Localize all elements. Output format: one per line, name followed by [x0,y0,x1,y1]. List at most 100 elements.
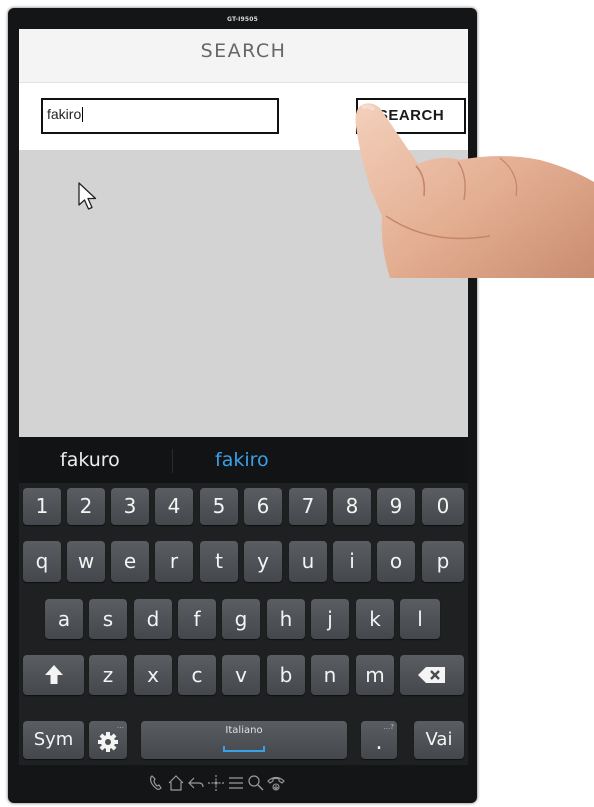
key-t[interactable]: t [200,541,238,582]
search-input[interactable]: fakiro [41,98,279,134]
menu-icon[interactable] [227,774,245,792]
key-label: x [147,663,159,687]
key-e[interactable]: e [111,541,149,582]
key-q[interactable]: q [23,541,61,582]
key-label: t [215,549,223,573]
search-input-value: fakiro [47,106,82,122]
suggestion-bar: fakuro fakiro [19,437,468,483]
key-label: j [327,607,333,631]
key-u[interactable]: u [289,541,327,582]
key-o[interactable]: o [377,541,415,582]
key-j[interactable]: j [311,599,349,639]
virtual-keyboard: fakuro fakiro 1 2 3 4 5 6 7 8 9 0 q w e [19,437,468,765]
key-label: m [365,663,385,687]
key-x[interactable]: x [134,655,172,695]
key-7[interactable]: 7 [289,488,327,525]
key-h[interactable]: h [267,599,305,639]
key-label: 2 [79,494,93,518]
key-8[interactable]: 8 [333,488,371,525]
suggestion-item[interactable]: fakuro [60,449,120,471]
key-label: p [436,549,450,573]
suggestion-item-selected[interactable]: fakiro [215,449,269,471]
key-s[interactable]: s [89,599,127,639]
space-key[interactable]: Italiano [141,721,347,759]
key-b[interactable]: b [267,655,305,695]
title-bar: SEARCH [19,29,468,83]
device-model-label: GT-I9505 [226,16,259,23]
settings-key[interactable]: … [89,721,127,759]
key-r[interactable]: r [155,541,193,582]
key-9[interactable]: 9 [377,488,415,525]
suggestion-divider [172,449,173,473]
key-f[interactable]: f [178,599,216,639]
sym-key[interactable]: Sym [23,721,84,759]
backspace-icon [418,667,445,683]
phone-icon[interactable] [148,774,166,792]
bottom-nav-bar [19,765,468,803]
key-d[interactable]: d [134,599,172,639]
key-label: 6 [256,494,270,518]
key-a[interactable]: a [45,599,83,639]
key-label: y [257,549,269,573]
key-label: Vai [425,729,453,750]
key-l[interactable]: l [400,599,440,639]
key-label: 3 [123,494,137,518]
key-k[interactable]: k [356,599,394,639]
period-key-hint: …? [383,723,394,731]
key-label: a [57,607,71,631]
key-label: 7 [301,494,315,518]
key-label: q [35,549,49,573]
key-label: v [235,663,247,687]
key-5[interactable]: 5 [200,488,238,525]
key-m[interactable]: m [356,655,394,695]
hangup-icon[interactable] [267,774,285,792]
key-label: 4 [167,494,181,518]
key-4[interactable]: 4 [155,488,193,525]
key-label: k [369,607,381,631]
text-caret [82,107,84,122]
key-y[interactable]: y [244,541,282,582]
key-label: h [279,607,293,631]
backspace-key[interactable] [400,655,464,695]
key-2[interactable]: 2 [67,488,105,525]
key-label: u [301,549,315,573]
key-label: 5 [212,494,226,518]
key-label: w [77,549,95,573]
settings-key-hint: … [117,722,124,730]
shift-arrow-icon [44,665,63,684]
key-label: 1 [35,494,49,518]
key-c[interactable]: c [178,655,216,695]
key-label: r [169,549,179,573]
home-icon[interactable] [167,774,185,792]
enter-key[interactable]: Vai [414,721,464,759]
key-label: 8 [345,494,359,518]
gear-icon [98,732,118,752]
key-label: d [146,607,160,631]
key-3[interactable]: 3 [111,488,149,525]
move-icon[interactable] [207,774,225,792]
key-1[interactable]: 1 [23,488,61,525]
key-label: s [102,607,114,631]
key-0[interactable]: 0 [422,488,464,525]
key-label: z [102,663,114,687]
key-label: e [123,549,137,573]
mouse-pointer-icon [78,182,97,210]
space-bar-icon [223,746,265,752]
key-label: c [191,663,203,687]
key-label: f [193,607,201,631]
back-icon[interactable] [187,774,205,792]
key-6[interactable]: 6 [244,488,282,525]
period-key[interactable]: …? . [361,721,397,759]
key-g[interactable]: g [222,599,260,639]
key-label: n [323,663,337,687]
key-w[interactable]: w [67,541,105,582]
key-z[interactable]: z [89,655,127,695]
search-icon[interactable] [247,774,265,792]
key-p[interactable]: p [422,541,464,582]
key-i[interactable]: i [333,541,371,582]
key-label: o [389,549,403,573]
key-n[interactable]: n [311,655,349,695]
shift-key[interactable] [23,655,84,695]
key-v[interactable]: v [222,655,260,695]
hand-pointer-overlay [355,103,594,278]
